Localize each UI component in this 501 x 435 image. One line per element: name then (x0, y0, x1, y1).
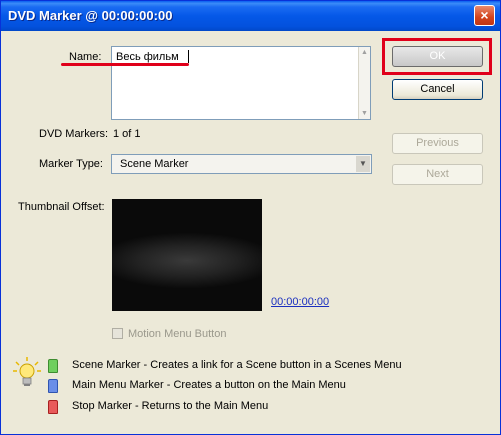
main-menu-marker-icon (48, 379, 58, 393)
chevron-down-icon[interactable]: ▼ (356, 156, 370, 172)
legend-text: Main Menu Marker - Creates a button on t… (72, 379, 346, 391)
motion-menu-label: Motion Menu Button (128, 328, 227, 340)
cancel-button[interactable]: Cancel (392, 79, 483, 100)
dvd-markers-label: DVD Markers: (39, 128, 109, 140)
scene-marker-icon (48, 359, 58, 373)
ok-button[interactable]: OK (392, 46, 483, 67)
legend-text: Scene Marker - Creates a link for a Scen… (72, 359, 402, 371)
thumbnail-offset-label: Thumbnail Offset: (18, 201, 105, 213)
name-field-value: Весь фильм (116, 51, 179, 63)
legend-text: Stop Marker - Returns to the Main Menu (72, 400, 269, 412)
name-field[interactable]: Весь фильм ▲ ▼ (111, 46, 371, 120)
next-button[interactable]: Next (392, 164, 483, 185)
previous-button[interactable]: Previous (392, 133, 483, 154)
stop-marker-icon (48, 400, 58, 414)
name-field-scrollbar[interactable]: ▲ ▼ (358, 47, 370, 119)
scroll-down-icon[interactable]: ▼ (361, 110, 368, 117)
marker-type-select[interactable]: Scene Marker ▼ (111, 154, 372, 174)
name-label: Name: (69, 51, 102, 63)
thumbnail-timecode[interactable]: 00:00:00:00 (271, 296, 329, 308)
dvd-markers-value: 1 of 1 (113, 128, 141, 140)
text-caret (188, 50, 189, 63)
window-title: DVD Marker @ 00:00:00:00 (8, 8, 173, 23)
close-button[interactable]: × (474, 5, 495, 26)
thumbnail-preview[interactable] (112, 199, 262, 311)
scroll-up-icon[interactable]: ▲ (361, 49, 368, 56)
marker-type-label: Marker Type: (39, 158, 103, 170)
lightbulb-icon (13, 357, 41, 386)
motion-menu-checkbox[interactable] (112, 328, 123, 339)
marker-type-value: Scene Marker (120, 158, 189, 170)
close-icon: × (480, 7, 489, 23)
title-bar[interactable]: DVD Marker @ 00:00:00:00 × (1, 1, 500, 31)
dvd-marker-dialog: DVD Marker @ 00:00:00:00 × Name: Весь фи… (0, 0, 501, 435)
annotation-underline (61, 63, 189, 66)
